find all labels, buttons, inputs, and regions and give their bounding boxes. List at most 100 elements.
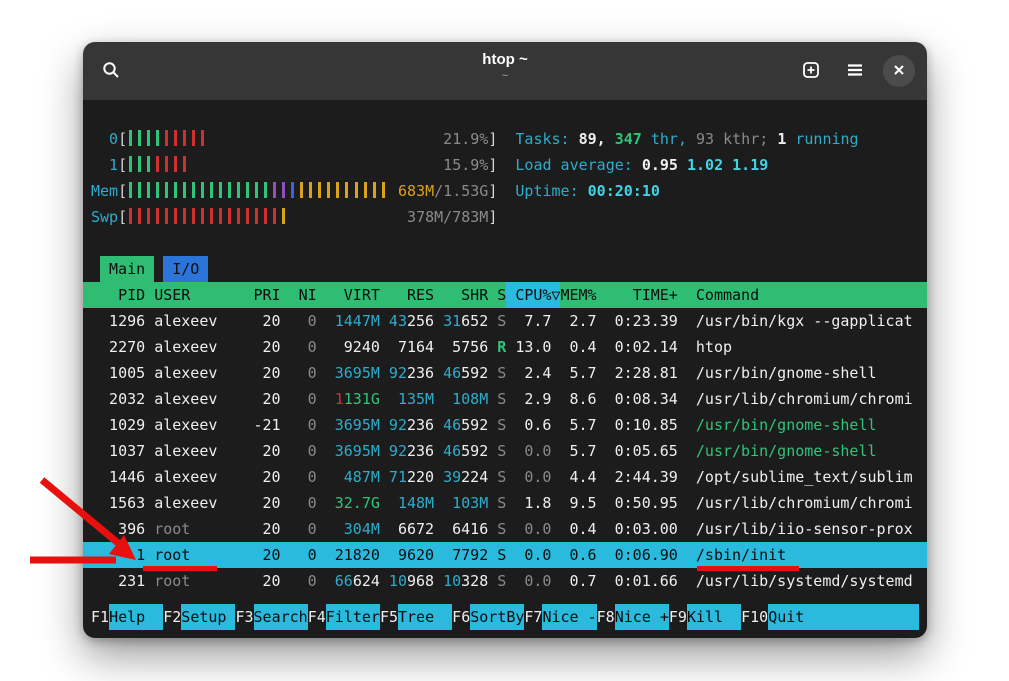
fn-tree[interactable]: F5Tree <box>380 604 452 630</box>
cell-user: root <box>154 568 244 594</box>
menu-button[interactable] <box>839 55 871 87</box>
text-segment: /usr/lib/systemd/systemd <box>696 572 913 590</box>
process-row[interactable]: 1029alexeev-2103695M9223646592S0.65.70:1… <box>83 412 927 438</box>
process-row[interactable]: 231root200666241096810328S0.00.70:01.66/… <box>83 568 927 594</box>
fn-sortby[interactable]: F6SortBy <box>452 604 524 630</box>
meter-bar <box>253 182 262 198</box>
meter-bar <box>271 208 280 224</box>
header-cell-virt[interactable]: VIRT <box>317 282 380 308</box>
meter-bar <box>172 156 181 172</box>
fn-filter[interactable]: F4Filter <box>308 604 380 630</box>
fn-action-label: Nice + <box>615 604 669 630</box>
fn-kill[interactable]: F9Kill <box>669 604 741 630</box>
meter-bar <box>217 182 226 198</box>
text-segment: root <box>154 572 190 590</box>
meter-bars: 21.9% <box>127 126 488 152</box>
cell-pid: 231 <box>91 568 145 594</box>
cell-s: R <box>488 334 506 360</box>
meter-bars: 15.9% <box>127 152 488 178</box>
process-row[interactable]: 2032alexeev2001131G135M108MS2.98.60:08.3… <box>83 386 927 412</box>
cell-res: 92236 <box>380 412 434 438</box>
process-row[interactable]: 1005alexeev2003695M9223646592S2.45.72:28… <box>83 360 927 386</box>
header-cell-ni[interactable]: NI <box>281 282 317 308</box>
process-row[interactable]: 1037alexeev2003695M9223646592S0.05.70:05… <box>83 438 927 464</box>
cell-pid: 1005 <box>91 360 145 386</box>
text-segment: 0 <box>308 364 317 382</box>
text-segment: 0 <box>308 442 317 460</box>
text-segment: 89, <box>579 130 615 148</box>
cell-shr: 46592 <box>434 360 488 386</box>
cell-gap <box>145 386 154 412</box>
tab-i-o[interactable]: I/O <box>163 256 208 282</box>
text-segment: 2.4 <box>524 364 551 382</box>
header-cell-cmd[interactable]: Command <box>678 282 919 308</box>
cell-s: S <box>488 360 506 386</box>
text-segment: 0:50.95 <box>615 494 678 512</box>
process-row[interactable]: 1563alexeev20032.7G148M103MS1.89.50:50.9… <box>83 490 927 516</box>
meter-bar <box>145 182 154 198</box>
header-cell-pri[interactable]: PRI <box>244 282 280 308</box>
cell-cpu: 0.0 <box>506 438 560 464</box>
meters-section: 0[21.9%]Tasks: 89, 347 thr, 93 kthr; 1 r… <box>83 126 927 230</box>
tab-main[interactable]: Main <box>100 256 154 282</box>
fn-key-label: F10 <box>741 604 768 630</box>
cell-res: 43256 <box>380 308 434 334</box>
header-cell-shr[interactable]: SHR <box>434 282 488 308</box>
header-cell-time[interactable]: TIME+ <box>597 282 678 308</box>
cell-shr: 46592 <box>434 412 488 438</box>
meter-bar <box>127 156 136 172</box>
meter-bar <box>136 130 145 146</box>
text-segment: alexeev <box>154 442 217 460</box>
fn-nice-[interactable]: F8Nice + <box>597 604 669 630</box>
cell-res: 148M <box>380 490 434 516</box>
fn-nice-[interactable]: F7Nice - <box>524 604 596 630</box>
cell-s: S <box>488 438 506 464</box>
fn-quit[interactable]: F10Quit <box>741 604 919 630</box>
meter-bar <box>380 182 389 198</box>
header-cell-pid[interactable]: PID <box>91 282 145 308</box>
header-cell-res[interactable]: RES <box>380 282 434 308</box>
meter-label: 1 <box>91 152 118 178</box>
cell-virt: 21820 <box>317 542 380 568</box>
fn-help[interactable]: F1Help <box>91 604 163 630</box>
text-segment: 256 <box>407 312 434 330</box>
cell-pri: 20 <box>244 386 280 412</box>
text-segment: S <box>497 468 506 486</box>
meter-bar <box>298 182 307 198</box>
close-button[interactable] <box>883 55 915 87</box>
meter-bar <box>136 156 145 172</box>
fn-setup[interactable]: F2Setup <box>163 604 235 630</box>
header-cell-mem[interactable]: MEM% <box>560 282 596 308</box>
text-segment: 1296 <box>109 312 145 330</box>
header-cell-s[interactable]: S <box>488 282 506 308</box>
process-row[interactable]: 1446alexeev200487M7122039224S0.04.42:44.… <box>83 464 927 490</box>
meter-bar <box>289 182 298 198</box>
search-button[interactable] <box>95 55 127 87</box>
fn-action-label: Setup <box>181 604 235 630</box>
process-row[interactable]: 1296alexeev2001447M4325631652S7.72.70:23… <box>83 308 927 334</box>
process-row[interactable]: 2270alexeev200924071645756R13.00.40:02.1… <box>83 334 927 360</box>
cell-pri: 20 <box>244 464 280 490</box>
meter-bar <box>172 182 181 198</box>
cell-gap <box>145 412 154 438</box>
text-segment: 21820 <box>335 546 380 564</box>
process-row-selected[interactable]: 1root2002182096207792S0.00.60:06.90/sbin… <box>83 542 927 568</box>
cell-pri: 20 <box>244 542 280 568</box>
fn-action-label: Tree <box>398 604 452 630</box>
text-segment: 1563 <box>109 494 145 512</box>
header-cell-user[interactable]: USER <box>154 282 244 308</box>
fn-search[interactable]: F3Search <box>235 604 307 630</box>
process-row[interactable]: 396root200304M66726416S0.00.40:03.00/usr… <box>83 516 927 542</box>
cell-virt: 3695M <box>317 412 380 438</box>
cell-time: 0:23.39 <box>597 308 678 334</box>
cell-ni: 0 <box>281 360 317 386</box>
text-segment: 46 <box>443 442 461 460</box>
meter-bar <box>181 182 190 198</box>
header-cell-cpu[interactable]: CPU%▽ <box>506 282 560 308</box>
meter-value: 21.9% <box>443 126 488 152</box>
text-segment: S <box>497 520 506 538</box>
cell-mem: 9.5 <box>560 490 596 516</box>
text-segment: /usr/bin/gnome-shell <box>696 416 877 434</box>
new-tab-button[interactable] <box>795 55 827 87</box>
meter-bar <box>226 182 235 198</box>
